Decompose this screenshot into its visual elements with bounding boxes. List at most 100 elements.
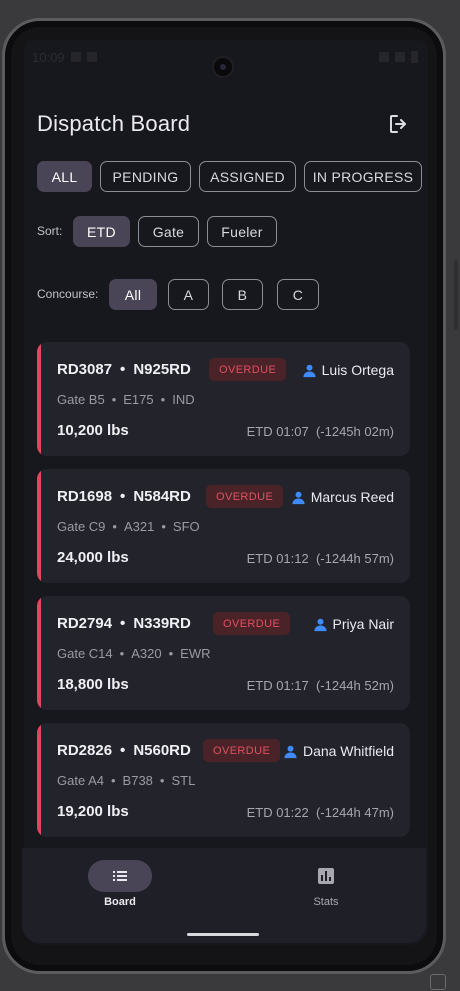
app-content: Dispatch Board ALL PENDING ASSIGNED IN P… [22,38,426,943]
list-icon [113,871,127,881]
separator: • [168,646,174,661]
concourse-chip-all[interactable]: All [109,279,157,310]
filter-chip-assigned[interactable]: ASSIGNED [199,161,296,192]
status-badge: OVERDUE [209,358,287,381]
overdue-indicator [37,723,41,837]
separator: • [161,519,166,534]
request-id: RD3087 [57,361,113,378]
concourse-chip-c[interactable]: C [277,279,319,310]
assignee: Priya Nair [313,616,394,632]
separator: • [120,615,126,632]
flight-details: Gate A4 • B738 • STL [57,773,195,788]
separator: • [160,392,166,407]
separator: • [120,361,126,378]
assignee: Dana Whitfield [283,743,394,759]
sort-chip-gate[interactable]: Gate [138,216,199,247]
gate: Gate C9 [57,519,106,534]
person-icon [303,364,316,377]
side-button [454,260,458,330]
separator: • [120,742,126,759]
card-title: RD1698 • N584RD [57,488,191,505]
request-id: RD2826 [57,742,113,759]
status-badge: OVERDUE [203,739,281,762]
aircraft-type: B738 [122,773,153,788]
etd-time: ETD 01:12 (-1244h 57m) [246,551,394,566]
page-title: Dispatch Board [37,111,191,136]
overdue-indicator [37,469,41,583]
separator: • [111,392,117,407]
etd-time: ETD 01:22 (-1244h 47m) [246,805,394,820]
fuel-weight: 18,800 lbs [57,676,129,693]
fuel-weight: 24,000 lbs [57,549,129,566]
tail-number: N925RD [133,361,191,378]
sort-chip-etd[interactable]: ETD [73,216,130,247]
aircraft-type: A320 [131,646,162,661]
card-title: RD3087 • N925RD [57,361,191,378]
filter-chip-all[interactable]: ALL [37,161,92,192]
dispatch-card[interactable]: RD2794 • N339RD OVERDUE Priya Nair Gate … [37,596,410,710]
nav-label-board: Board [104,896,136,908]
etd-time: ETD 01:07 (-1245h 02m) [246,424,394,439]
overdue-indicator [37,342,41,456]
nav-board[interactable]: Board [70,860,170,908]
flight-details: Gate C14 • A320 • EWR [57,646,211,661]
home-indicator[interactable] [187,933,259,936]
flight-details: Gate B5 • E175 • IND [57,392,195,407]
request-id: RD2794 [57,615,113,632]
status-badge: OVERDUE [206,485,284,508]
logout-icon[interactable] [387,112,411,136]
separator: • [120,488,126,505]
flight-details: Gate C9 • A321 • SFO [57,519,200,534]
sort-label: Sort: [37,224,63,238]
aircraft-type: A321 [123,519,155,534]
destination: STL [171,773,196,788]
nav-indicator [294,860,358,892]
concourse-chip-a[interactable]: A [168,279,209,310]
request-id: RD1698 [57,488,113,505]
person-icon [284,745,297,758]
nav-label-stats: Stats [313,896,339,908]
gate: Gate B5 [57,392,105,407]
separator: • [112,519,117,534]
fuel-weight: 19,200 lbs [57,803,129,820]
gate: Gate A4 [57,773,104,788]
separator: • [159,773,165,788]
destination: EWR [180,646,211,661]
person-icon [292,491,305,504]
add-icon [430,974,446,990]
gate: Gate C14 [57,646,113,661]
filter-chip-pending[interactable]: PENDING [100,161,191,192]
card-title: RD2794 • N339RD [57,615,191,632]
status-badge: OVERDUE [213,612,291,635]
assignee: Luis Ortega [302,362,394,378]
bar-chart-icon [318,868,334,884]
overdue-indicator [37,596,41,710]
tail-number: N584RD [133,488,191,505]
nav-stats[interactable]: Stats [276,860,376,908]
assignee-name: Marcus Reed [310,489,394,505]
bottom-navigation: Board Stats [22,848,426,943]
tail-number: N560RD [133,742,191,759]
assignee-name: Priya Nair [332,616,394,632]
concourse-label: Concourse: [37,287,99,301]
dispatch-card[interactable]: RD2826 • N560RD OVERDUE Dana Whitfield G… [37,723,410,837]
aircraft-type: E175 [123,392,154,407]
destination: IND [172,392,195,407]
concourse-chip-b[interactable]: B [222,279,263,310]
filter-chip-in-progress[interactable]: IN PROGRESS [304,161,422,192]
person-icon [313,618,327,631]
assignee: Marcus Reed [291,489,394,505]
fuel-weight: 10,200 lbs [57,422,129,439]
dispatch-card[interactable]: RD1698 • N584RD OVERDUE Marcus Reed Gate… [37,469,410,583]
app-header: Dispatch Board [37,108,411,140]
sort-chip-fueler[interactable]: Fueler [207,216,277,247]
assignee-name: Dana Whitfield [302,743,394,759]
etd-time: ETD 01:17 (-1244h 52m) [246,678,394,693]
assignee-name: Luis Ortega [321,362,394,378]
separator: • [119,646,125,661]
separator: • [110,773,116,788]
tail-number: N339RD [133,615,191,632]
card-title: RD2826 • N560RD [57,742,191,759]
nav-indicator [88,860,152,892]
dispatch-card[interactable]: RD3087 • N925RD OVERDUE Luis Ortega Gate… [37,342,410,456]
